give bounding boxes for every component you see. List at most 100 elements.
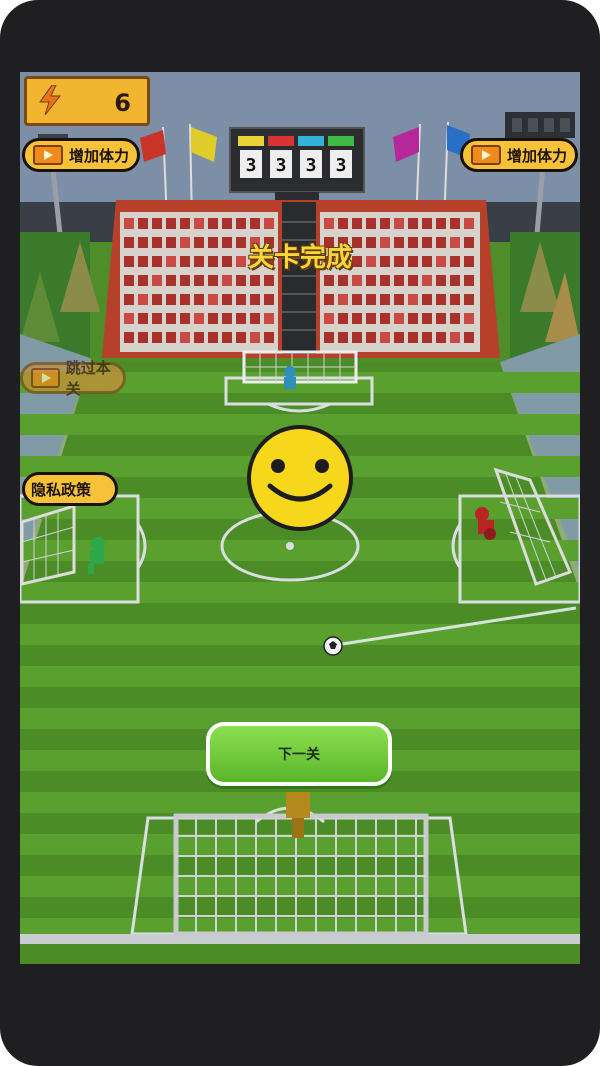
- soccer-ball-icon: [323, 636, 343, 656]
- stadium-seat: [194, 294, 204, 305]
- stadium-seat: [408, 332, 418, 343]
- add-stamina-button-left[interactable]: 增加体力: [22, 138, 140, 172]
- stadium-seat: [338, 275, 348, 286]
- stadium-seat: [264, 294, 274, 305]
- level-complete-title: 关卡完成: [247, 243, 352, 273]
- stadium-seat: [324, 218, 334, 229]
- game-scene: 3 3 3 3: [20, 72, 580, 964]
- pitch-stripe: [20, 666, 580, 687]
- stadium-seat: [166, 332, 176, 343]
- stadium-seat: [352, 275, 362, 286]
- game-screen: 3 3 3 3 6 增加体力 增加体力 关卡完成 跳过本关 隐私政策 下一关: [20, 72, 580, 964]
- score-blue: 3: [306, 155, 317, 176]
- stadium-seat: [194, 275, 204, 286]
- add-stamina-label-right: 增加体力: [507, 146, 568, 165]
- stadium-seat: [450, 313, 460, 324]
- stadium-seat: [352, 332, 362, 343]
- stadium-seat: [422, 332, 432, 343]
- score-green: 3: [336, 155, 347, 176]
- stadium-seat: [422, 275, 432, 286]
- stadium-seat: [180, 275, 190, 286]
- stadium-seat: [464, 294, 474, 305]
- stadium-seat: [338, 332, 348, 343]
- stadium-seat: [264, 218, 274, 229]
- stadium-seat: [352, 313, 362, 324]
- stadium-seat: [138, 218, 148, 229]
- stadium-seat: [450, 218, 460, 229]
- stadium-seat: [380, 218, 390, 229]
- stadium-seat: [124, 218, 134, 229]
- skip-level-button[interactable]: 跳过本关: [20, 359, 126, 398]
- stadium-seat: [324, 275, 334, 286]
- stadium-seat: [380, 275, 390, 286]
- stadium-seat: [180, 218, 190, 229]
- stadium-seat: [222, 294, 232, 305]
- energy-value: 6: [114, 89, 131, 117]
- score-red: 3: [276, 155, 287, 176]
- stadium-seat: [152, 218, 162, 229]
- stadium-seat: [394, 218, 404, 229]
- stadium-seat: [338, 313, 348, 324]
- stadium-seat: [380, 332, 390, 343]
- stadium-seat: [236, 218, 246, 229]
- stadium-seat: [222, 313, 232, 324]
- stadium-seat: [250, 218, 260, 229]
- stadium-seat: [236, 294, 246, 305]
- stadium-seat: [194, 332, 204, 343]
- energy-panel: 6: [24, 76, 150, 126]
- stadium-seat: [436, 294, 446, 305]
- stadium-seat: [250, 294, 260, 305]
- team-red-swatch: [268, 136, 294, 146]
- stadium-seat: [324, 294, 334, 305]
- stadium-seat: [366, 313, 376, 324]
- stadium-seat: [250, 275, 260, 286]
- pitch-stripe: [20, 582, 580, 603]
- stadium-seat: [464, 313, 474, 324]
- stadium-seat: [408, 294, 418, 305]
- stadium-seat: [324, 313, 334, 324]
- stadium-seat: [380, 294, 390, 305]
- stadium-seat: [408, 313, 418, 324]
- stadium-seat: [166, 294, 176, 305]
- add-stamina-button-right[interactable]: 增加体力: [460, 138, 578, 172]
- stadium-seat: [194, 218, 204, 229]
- stadium-seat: [194, 313, 204, 324]
- team-green-swatch: [328, 136, 354, 146]
- stadium-seat: [450, 275, 460, 286]
- stadium-seat: [366, 218, 376, 229]
- stadium-seat: [422, 218, 432, 229]
- center-spot: [286, 542, 294, 550]
- stadium-seat: [124, 275, 134, 286]
- score-yellow: 3: [246, 155, 257, 176]
- stadium-seat: [152, 313, 162, 324]
- stadium-seat: [408, 218, 418, 229]
- stadium-seat: [436, 332, 446, 343]
- stadium-seat: [352, 218, 362, 229]
- pitch-stripe: [20, 876, 580, 897]
- stadium-seat: [208, 313, 218, 324]
- stadium-seat: [152, 275, 162, 286]
- stadium-seat: [208, 332, 218, 343]
- stadium-seat: [166, 313, 176, 324]
- add-stamina-label-left: 增加体力: [69, 146, 130, 165]
- lightning-bolt-icon: [39, 85, 62, 115]
- stadium-seat: [366, 332, 376, 343]
- stadium-seat: [124, 332, 134, 343]
- stadium-seat: [138, 332, 148, 343]
- skip-level-label: 跳过本关: [65, 359, 111, 398]
- stadium-seat: [436, 275, 446, 286]
- stadium-seat: [180, 332, 190, 343]
- stadium-seat: [138, 313, 148, 324]
- stadium-seat: [166, 275, 176, 286]
- stadium-seat: [352, 294, 362, 305]
- stadium-seat: [338, 218, 348, 229]
- stadium-seat: [152, 332, 162, 343]
- stadium-seat: [264, 332, 274, 343]
- privacy-policy-button[interactable]: 隐私政策: [22, 472, 118, 506]
- stadium-seat: [464, 275, 474, 286]
- stadium-seat: [250, 313, 260, 324]
- next-level-button[interactable]: 下一关: [206, 722, 392, 786]
- stadium-seat: [450, 294, 460, 305]
- stadium-seat: [394, 332, 404, 343]
- stadium-seat: [236, 332, 246, 343]
